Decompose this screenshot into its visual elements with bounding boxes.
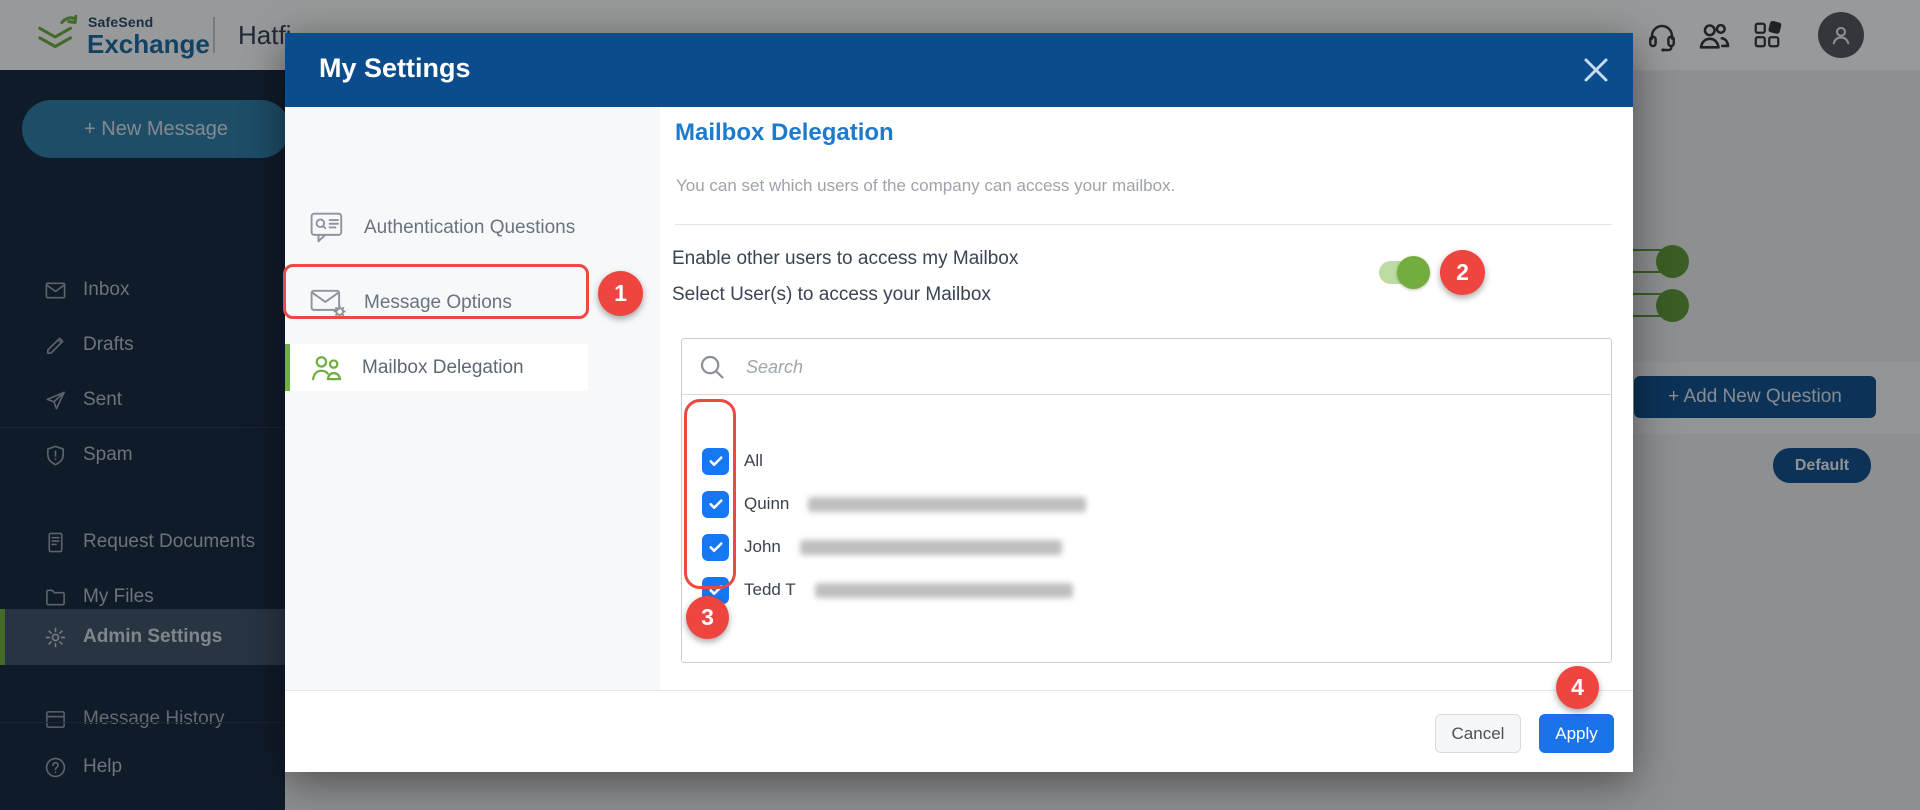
- masked-email: [814, 582, 1073, 598]
- masked-email: [808, 496, 1087, 512]
- user-name: John: [744, 537, 781, 556]
- nav-item-authentication-questions[interactable]: Authentication Questions: [310, 212, 575, 244]
- cancel-button[interactable]: Cancel: [1435, 714, 1521, 753]
- modal-header: My Settings: [285, 33, 1633, 107]
- modal-nav-panel: Authentication Questions Message Options: [285, 107, 660, 690]
- user-row: John: [702, 533, 1062, 561]
- select-users-label: Select User(s) to access your Mailbox: [672, 284, 991, 305]
- user-name: Tedd T: [744, 580, 796, 599]
- annotation-badge-4: 4: [1556, 666, 1599, 709]
- enable-access-toggle[interactable]: [1379, 256, 1430, 289]
- annotation-box-step3: [684, 399, 736, 589]
- content-description: You can set which users of the company c…: [676, 176, 1176, 195]
- modal-footer: Cancel Apply: [285, 690, 1633, 772]
- enable-access-label: Enable other users to access my Mailbox: [672, 248, 1019, 269]
- content-heading: Mailbox Delegation: [675, 119, 894, 146]
- my-settings-modal: My Settings Authentication Questions Mes…: [285, 33, 1633, 772]
- modal-title: My Settings: [319, 53, 471, 83]
- nav-item-label: Authentication Questions: [364, 217, 576, 238]
- toggle-knob: [1397, 256, 1430, 289]
- search-input[interactable]: [744, 349, 1248, 385]
- annotation-badge-2: 2: [1440, 250, 1485, 295]
- user-name: Quinn: [744, 494, 790, 513]
- search-row: [682, 339, 1611, 395]
- apply-button[interactable]: Apply: [1539, 714, 1614, 753]
- app-screen: SafeSend Exchange Hatfi + New Message In…: [0, 0, 1920, 810]
- two-users-icon: [312, 356, 342, 381]
- user-list-panel: All Quinn John Tedd T: [681, 338, 1612, 663]
- annotation-badge-3: 3: [686, 596, 729, 639]
- user-row: Quinn: [702, 490, 1087, 518]
- annotation-box-step1: [283, 264, 589, 319]
- search-icon: [700, 355, 724, 379]
- user-row: Tedd T: [702, 576, 1073, 604]
- nav-item-label: Mailbox Delegation: [362, 357, 524, 378]
- question-bubble-icon: [310, 212, 343, 243]
- close-icon[interactable]: [1581, 55, 1611, 85]
- user-name: All: [744, 451, 763, 470]
- masked-email: [799, 539, 1062, 555]
- nav-item-mailbox-delegation[interactable]: Mailbox Delegation: [310, 353, 524, 383]
- annotation-badge-1: 1: [598, 271, 643, 316]
- content-divider: [675, 224, 1612, 225]
